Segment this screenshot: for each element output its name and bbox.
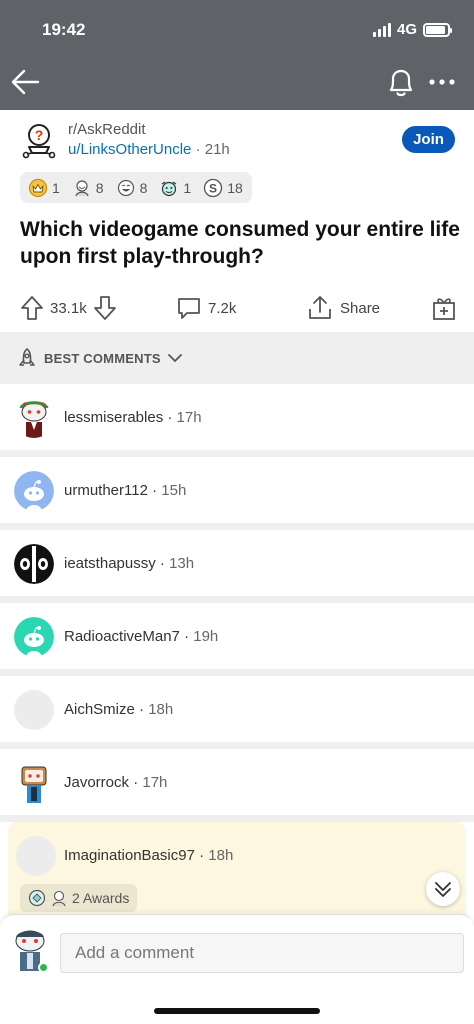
comment-divider bbox=[0, 742, 474, 749]
snoo-wreath-avatar[interactable] bbox=[14, 398, 54, 438]
share-icon bbox=[309, 296, 331, 319]
empty-avatar[interactable] bbox=[14, 690, 54, 730]
askreddit-icon[interactable]: ? bbox=[20, 122, 58, 160]
comment-meta: RadioactiveMan7 · 19h bbox=[64, 628, 219, 645]
signal-icon bbox=[372, 22, 391, 37]
comment-meta: ImaginationBasic97 · 18h bbox=[64, 847, 234, 864]
post-author[interactable]: u/LinksOtherUncle bbox=[68, 141, 191, 158]
wholesome-award-icon bbox=[75, 179, 89, 196]
upvote-count: 33.1k bbox=[50, 299, 87, 317]
comment-item[interactable]: ieatsthapussy · 13h bbox=[0, 530, 474, 596]
silver-award-icon: S bbox=[204, 178, 223, 197]
chevron-down-icon bbox=[167, 354, 182, 362]
network-type: 4G bbox=[396, 21, 417, 38]
award-count: 8 bbox=[95, 179, 104, 196]
comment-item-highlighted[interactable]: ImaginationBasic97 · 18h 2 Awards bbox=[8, 822, 466, 916]
comment-time: 18h bbox=[148, 701, 174, 718]
svg-text:S: S bbox=[209, 181, 217, 195]
comment-item[interactable]: AichSmize · 18h bbox=[0, 676, 474, 742]
comment-item[interactable]: RadioactiveMan7 · 19h bbox=[0, 603, 474, 669]
comment-time: 17h bbox=[176, 409, 202, 426]
status-indicators: 4G bbox=[372, 21, 452, 38]
default-teal-avatar[interactable] bbox=[14, 617, 54, 657]
comment-time: 17h bbox=[142, 774, 168, 791]
collapse-thread-button[interactable] bbox=[426, 872, 460, 906]
comment-meta: ieatsthapussy · 13h bbox=[64, 555, 195, 572]
battery-icon bbox=[423, 22, 452, 37]
comment-item[interactable]: urmuther112 · 15h bbox=[0, 457, 474, 523]
vote-group: 33.1k bbox=[20, 290, 117, 326]
bell-icon[interactable] bbox=[384, 64, 418, 100]
comment-sort[interactable]: BEST COMMENTS bbox=[0, 332, 474, 384]
comment-divider bbox=[0, 596, 474, 603]
sort-label: BEST COMMENTS bbox=[44, 350, 161, 366]
top-bar: 19:42 4G bbox=[0, 0, 474, 110]
comment-username[interactable]: Javorrock bbox=[64, 774, 129, 791]
comment-item[interactable]: lessmiserables · 17h bbox=[0, 384, 474, 450]
black-pattern-avatar[interactable] bbox=[14, 544, 54, 584]
more-options-icon[interactable] bbox=[428, 72, 456, 92]
svg-text:?: ? bbox=[35, 127, 44, 143]
comment-divider bbox=[0, 815, 474, 822]
post-awards[interactable]: 1 8 8 1 S 18 bbox=[20, 172, 252, 203]
award-count: 1 bbox=[183, 179, 192, 196]
comment-time: 18h bbox=[208, 847, 234, 864]
upvote-icon[interactable] bbox=[20, 294, 44, 322]
comment-divider bbox=[0, 523, 474, 530]
comment-count: 7.2k bbox=[208, 299, 237, 317]
post-meta: u/LinksOtherUncle · 21h bbox=[68, 141, 230, 158]
comment-bubble-icon bbox=[178, 298, 200, 319]
rocket-icon bbox=[19, 348, 35, 366]
comment-time: 15h bbox=[161, 482, 187, 499]
wholesome-award-icon bbox=[52, 890, 66, 907]
laughing-award-icon bbox=[117, 179, 134, 196]
award-count: 18 bbox=[227, 179, 243, 196]
comment-item[interactable]: Javorrock · 17h bbox=[0, 749, 474, 815]
share-label: Share bbox=[340, 299, 381, 317]
comment-username[interactable]: ieatsthapussy bbox=[64, 555, 156, 572]
gift-icon bbox=[433, 298, 455, 320]
home-indicator bbox=[154, 1008, 320, 1014]
awards-label: 2 Awards bbox=[72, 890, 130, 906]
comments-button[interactable]: 7.2k bbox=[176, 290, 236, 326]
subreddit-name[interactable]: r/AskReddit bbox=[68, 121, 146, 138]
gold-award-icon bbox=[28, 178, 48, 197]
comment-username[interactable]: AichSmize bbox=[64, 701, 135, 718]
comment-time: 13h bbox=[169, 555, 195, 572]
helpful-award-icon bbox=[28, 889, 46, 907]
post-title[interactable]: Which videogame consumed your entire lif… bbox=[20, 216, 460, 270]
share-button[interactable]: Share bbox=[306, 290, 380, 326]
award-count: 1 bbox=[52, 179, 60, 196]
award-button[interactable] bbox=[430, 290, 458, 326]
comment-username[interactable]: RadioactiveMan7 bbox=[64, 628, 180, 645]
comment-time: 19h bbox=[193, 628, 219, 645]
comment-divider bbox=[0, 450, 474, 457]
back-arrow-icon[interactable] bbox=[8, 64, 44, 100]
comment-meta: urmuther112 · 15h bbox=[64, 482, 187, 499]
snoo-tv-avatar[interactable] bbox=[14, 763, 54, 803]
comment-awards[interactable]: 2 Awards bbox=[20, 884, 138, 912]
comment-meta: lessmiserables · 17h bbox=[64, 409, 202, 426]
award-count: 8 bbox=[139, 179, 148, 196]
downvote-icon[interactable] bbox=[93, 294, 117, 322]
comment-divider bbox=[0, 669, 474, 676]
meta-separator: · bbox=[195, 141, 201, 158]
post-age: 21h bbox=[204, 141, 230, 158]
join-button[interactable]: Join bbox=[402, 126, 455, 153]
status-time: 19:42 bbox=[42, 20, 86, 39]
post-actions: 33.1k 7.2k Share bbox=[0, 290, 474, 326]
default-blue-avatar[interactable] bbox=[14, 471, 54, 511]
empty-avatar[interactable] bbox=[16, 836, 56, 876]
comment-username[interactable]: urmuther112 bbox=[64, 482, 148, 499]
comment-username[interactable]: lessmiserables bbox=[64, 409, 163, 426]
comment-meta: AichSmize · 18h bbox=[64, 701, 174, 718]
comment-username[interactable]: ImaginationBasic97 bbox=[64, 847, 195, 864]
online-status-dot bbox=[38, 962, 49, 973]
add-comment-input[interactable]: Add a comment bbox=[60, 933, 464, 973]
comments-list: lessmiserables · 17h urmuther112 · 15h i… bbox=[0, 384, 474, 916]
hugz-award-icon bbox=[162, 181, 177, 196]
comment-meta: Javorrock · 17h bbox=[64, 774, 168, 791]
double-chevron-down-icon bbox=[435, 882, 451, 897]
